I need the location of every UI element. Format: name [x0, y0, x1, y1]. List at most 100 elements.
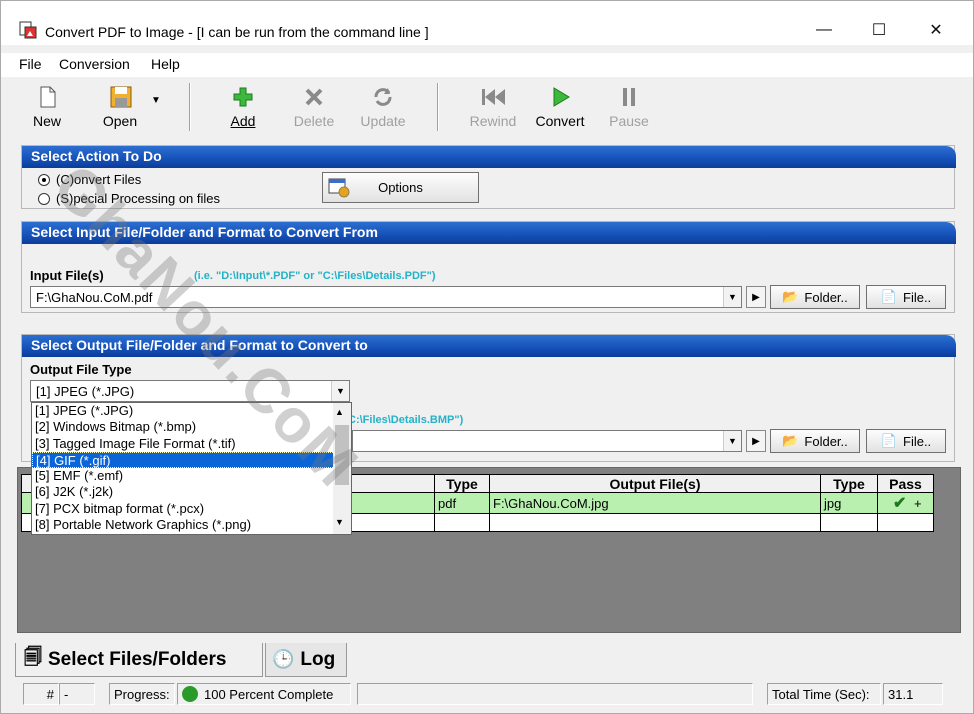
menu-file[interactable]: File	[19, 56, 42, 72]
close-button[interactable]: ✕	[913, 15, 959, 45]
output-type-select[interactable]: [1] JPEG (*.JPG) ▼	[30, 380, 350, 402]
list-item[interactable]: [3] Tagged Image File Format (*.tif)	[32, 436, 351, 452]
floppy-disk-icon	[110, 86, 132, 108]
input-folder-button[interactable]: 📂 Folder..	[770, 285, 860, 309]
options-icon	[328, 178, 350, 198]
plus-icon	[233, 87, 253, 107]
delete-label: Delete	[293, 113, 335, 129]
pass-plus: +	[914, 496, 922, 511]
cell-output[interactable]	[489, 513, 821, 532]
input-go-arrow-icon[interactable]: ▶	[746, 286, 766, 308]
radio-button-selected[interactable]	[38, 173, 50, 186]
app-icon	[19, 21, 37, 39]
open-dropdown-chevron-icon[interactable]: ▼	[149, 95, 163, 149]
progress-globe-icon	[182, 686, 198, 702]
cell-type-out[interactable]: jpg	[820, 492, 878, 514]
list-item[interactable]: [7] PCX bitmap format (*.pcx)	[32, 501, 351, 517]
window-title: Convert PDF to Image - [I can be run fro…	[45, 24, 429, 40]
column-header-type-out[interactable]: Type	[820, 474, 878, 493]
list-item[interactable]: [1] JPEG (*.JPG)	[32, 403, 351, 419]
app-window: Convert PDF to Image - [I can be run fro…	[0, 0, 974, 714]
list-item[interactable]: [6] J2K (*.j2k)	[32, 484, 351, 500]
pause-icon	[623, 88, 635, 106]
radio-special-label: (S)pecial Processing on files	[56, 191, 221, 206]
chevron-down-icon[interactable]: ▼	[723, 431, 741, 451]
tab-select-files[interactable]: 🗐 Select Files/Folders	[15, 643, 263, 677]
scroll-down-icon[interactable]: ▼	[335, 517, 344, 527]
output-file-button[interactable]: 📄 File..	[866, 429, 946, 453]
cell-pass[interactable]	[877, 513, 934, 532]
convert-label: Convert	[535, 113, 585, 129]
convert-button[interactable]: Convert	[531, 83, 589, 137]
log-clock-icon: 🕒	[272, 649, 295, 669]
tab-log-label: Log	[300, 648, 336, 670]
update-label: Update	[360, 113, 406, 129]
update-button[interactable]: Update	[355, 83, 411, 137]
cell-type-out[interactable]	[820, 513, 878, 532]
cell-pass[interactable]: ✔ +	[877, 492, 934, 514]
tab-select-files-label: Select Files/Folders	[47, 648, 227, 670]
output-file-combo[interactable]: ▼	[352, 430, 742, 452]
input-folder-label: Folder..	[804, 289, 848, 305]
chevron-down-icon[interactable]: ▼	[331, 381, 349, 401]
options-button[interactable]: Options	[322, 172, 479, 203]
list-item[interactable]: [8] Portable Network Graphics (*.png)	[32, 517, 351, 533]
status-time-value: 31.1	[883, 683, 943, 705]
new-button[interactable]: New	[29, 83, 65, 137]
cell-output[interactable]: F:\GhaNou.CoM.jpg	[489, 492, 821, 514]
menu-help[interactable]: Help	[151, 56, 180, 72]
output-file-label: File..	[903, 433, 932, 449]
output-folder-label: Folder..	[804, 433, 848, 449]
action-panel: Select Action To Do (C)onvert Files (S)p…	[21, 145, 956, 209]
status-progress: 100 Percent Complete	[177, 683, 351, 705]
new-document-icon	[40, 86, 56, 108]
status-bar: # - Progress: 100 Percent Complete Total…	[9, 683, 965, 705]
delete-button[interactable]: Delete	[289, 83, 339, 137]
column-header-pass[interactable]: Pass	[877, 474, 934, 493]
scrollbar-thumb[interactable]	[335, 425, 349, 485]
input-hint: (i.e. "D:\Input\*.PDF" or "C:\Files\Deta…	[194, 270, 436, 282]
minimize-button[interactable]: —	[801, 15, 847, 45]
column-header-type[interactable]: Type	[434, 474, 490, 493]
column-header-output[interactable]: Output File(s)	[489, 474, 821, 493]
chevron-down-icon[interactable]: ▼	[723, 287, 741, 307]
input-file-button[interactable]: 📄 File..	[866, 285, 946, 309]
toolbar: New Open ▼ Add Delete Update Rewind Conv…	[9, 81, 965, 139]
scroll-up-icon[interactable]: ▲	[335, 407, 344, 417]
refresh-icon	[374, 88, 392, 106]
pause-button[interactable]: Pause	[607, 83, 651, 137]
add-label: Add	[230, 113, 256, 129]
radio-convert-files[interactable]: (C)onvert Files	[38, 172, 141, 187]
add-button[interactable]: Add	[223, 83, 263, 137]
rewind-label: Rewind	[469, 113, 517, 129]
options-label: Options	[378, 180, 423, 195]
status-time-label: Total Time (Sec):	[767, 683, 881, 705]
menu-conversion[interactable]: Conversion	[59, 56, 130, 72]
radio-convert-label: (C)onvert Files	[56, 172, 142, 187]
radio-button[interactable]	[38, 192, 50, 205]
rewind-button[interactable]: Rewind	[465, 83, 521, 137]
status-empty	[357, 683, 753, 705]
open-button[interactable]: Open	[95, 83, 145, 137]
cell-type[interactable]: pdf	[434, 492, 490, 514]
maximize-button[interactable]: ☐	[856, 15, 902, 45]
x-icon	[305, 88, 323, 106]
file-icon: 📄	[880, 289, 897, 304]
list-item[interactable]: [5] EMF (*.emf)	[32, 468, 351, 484]
open-label: Open	[102, 113, 138, 129]
title-bar: Convert PDF to Image - [I can be run fro…	[1, 1, 973, 45]
list-item[interactable]: [2] Windows Bitmap (*.bmp)	[32, 419, 351, 435]
dropdown-scrollbar[interactable]: ▲ ▼	[333, 403, 351, 534]
new-label: New	[32, 113, 61, 129]
input-panel: Select Input File/Folder and Format to C…	[21, 221, 956, 313]
radio-special-processing[interactable]: (S)pecial Processing on files	[38, 191, 220, 206]
checkmark-icon: ✔	[893, 495, 907, 512]
input-file-combo[interactable]: F:\GhaNou.CoM.pdf ▼	[30, 286, 742, 308]
output-go-arrow-icon[interactable]: ▶	[746, 430, 766, 452]
status-dash: -	[59, 683, 95, 705]
cell-type[interactable]	[434, 513, 490, 532]
list-item-highlighted[interactable]: [4] GIF (*.gif)	[32, 451, 351, 469]
tab-log[interactable]: 🕒 Log	[265, 643, 347, 677]
output-type-dropdown-list[interactable]: [1] JPEG (*.JPG) [2] Windows Bitmap (*.b…	[31, 402, 352, 535]
output-folder-button[interactable]: 📂 Folder..	[770, 429, 860, 453]
